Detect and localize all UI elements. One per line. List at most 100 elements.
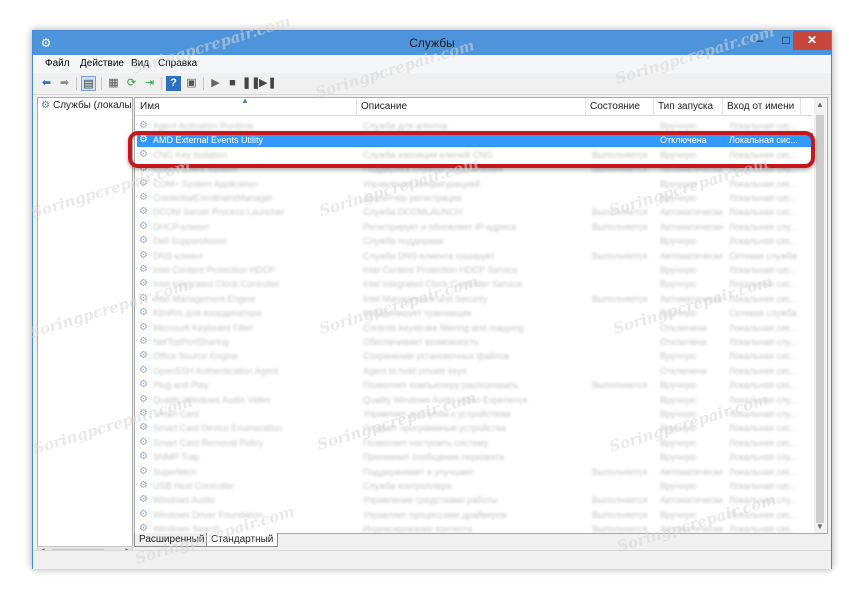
column-divider[interactable] [653,98,654,115]
service-gear-icon: ⚙ [139,148,148,160]
column-startup-type[interactable]: Тип запуска [658,101,713,112]
cell-name: Microsoft Keyboard Filter [153,322,254,333]
service-gear-icon: ⚙ [139,436,148,448]
column-divider[interactable] [722,98,723,115]
cell-name: COM+ Event System [153,164,238,175]
table-row[interactable]: ⚙ CredentialEnrollmentManager Диспетчер ре… [137,191,813,205]
table-row[interactable]: ⚙ COM+ System Application Управление конфи… [137,177,813,191]
table-row[interactable]: ⚙ Microsoft Keyboard Filter Controls keyst… [137,321,813,335]
table-row[interactable]: ⚙ Smart Card Removal Policy Позволяет наст… [137,436,813,450]
refresh-icon[interactable]: ⟳ [124,76,139,91]
table-row[interactable]: ⚙ KtmRm для координатора Координирует тран… [137,306,813,320]
table-row[interactable]: ⚙ COM+ Event System Поддержка службы уведо… [137,162,813,176]
menu-view[interactable]: Вид [131,58,149,69]
table-row[interactable]: ⚙ Quality Windows Audio Video Quality Wind… [137,393,813,407]
table-row[interactable]: ⚙ Intel Management Engine Intel Management… [137,292,813,306]
table-row[interactable]: ⚙ USB Host Controller Служба контроллера Вр… [137,479,813,493]
menu-file[interactable]: Файл [45,58,70,69]
cell-name: Plug and Play [153,380,209,391]
table-row[interactable]: ⚙ Windows Audio Управление средствами рабо… [137,493,813,507]
table-row[interactable]: ⚙ NetTcpPortSharing Обеспечивает возможнос… [137,335,813,349]
table-row[interactable]: ⚙ Superfetch Поддерживает и улучшает Выполн… [137,465,813,479]
table-row[interactable]: ⚙ DCOM Server Process Launcher Служба DCOM… [137,205,813,219]
back-arrow-icon[interactable]: ⬅ [39,76,54,91]
tab-standard[interactable]: Стандартный [206,533,279,547]
column-logon-as[interactable]: Вход от имени [727,101,794,112]
service-gear-icon: ⚙ [139,465,148,477]
tree-item-services-local[interactable]: ⚙ Службы (локалы [41,100,132,111]
cell-name: COM+ System Application [153,178,258,189]
cell-description: Intel Content Protection HDCP Service [363,265,518,275]
table-row[interactable]: ⚙ Smart Card Управляет доступом к устройст… [137,407,813,421]
properties-icon[interactable]: ▦ [106,76,121,91]
scroll-thumb[interactable] [816,115,824,523]
cell-status: Выполняется [592,221,648,232]
cell-logon: Локальная сис... [729,380,798,391]
table-row[interactable]: ⚙ Smart Card Device Enumeration Создает пр… [137,421,813,435]
column-name[interactable]: Имя [140,101,159,112]
cell-name: USB Host Controller [153,481,235,491]
menu-help[interactable]: Справка [158,58,197,69]
cell-logon: Локальная сис... [729,178,798,189]
table-row[interactable]: ⚙ DNS-клиент Служба DNS-клиента кэширует Вы… [137,249,813,263]
service-gear-icon: ⚙ [139,393,148,405]
table-row[interactable]: ⚙ Windows Driver Foundation Управляет проц… [137,508,813,522]
table-row[interactable]: ⚙ Office Source Engine Сохранение установо… [137,349,813,363]
column-description[interactable]: Описание [361,101,407,112]
console-icon[interactable]: ▣ [184,76,199,91]
tab-extended[interactable]: Расширенный [134,533,210,547]
table-row[interactable]: ⚙ OpenSSH Authentication Agent Agent to ho… [137,364,813,378]
table-row[interactable]: ⚙ Agent Activation Runtime Служба для аген… [137,119,813,133]
cell-name: SNMP Trap [153,452,200,463]
table-row[interactable]: ⚙ Plug and Play Позволяет компьютеру распо… [137,378,813,392]
cell-startup: Вручную [660,509,697,520]
service-gear-icon: ⚙ [139,235,148,247]
table-row[interactable]: ⚙ CNG Key Isolation Служба изоляции ключей… [137,148,813,162]
scroll-down-icon[interactable]: ▼ [816,522,824,531]
cell-startup: Вручную [660,308,697,319]
column-divider[interactable] [800,98,801,115]
title-bar[interactable]: ⚙ Службы – □ ✕ [33,31,831,55]
cell-description: Agent to hold private keys [363,365,467,376]
service-gear-icon: ⚙ [139,508,148,520]
service-gear-icon: ⚙ [139,192,148,203]
service-gear-icon: ⚙ [139,364,148,376]
cell-description: Поддерживает и улучшает [363,466,475,477]
table-row[interactable]: ⚙ SNMP Trap Принимает сообщения перехвата В… [137,450,813,464]
restart-service-icon[interactable]: ▶❚ [259,76,277,91]
cell-name: Agent Activation Runtime [153,121,254,131]
table-row-selected[interactable]: ⚙ AMD External Events Utility Отключена Лок… [137,133,813,148]
start-service-icon[interactable]: ▶ [208,76,223,91]
service-gear-icon: ⚙ [139,292,148,304]
console-tree-icon[interactable]: ▤ [81,76,96,91]
cell-logon: Локальная сис... [729,351,798,362]
cell-logon: Локальная сис... [729,437,798,448]
menu-action[interactable]: Действие [80,58,124,69]
cell-status: Выполняется [592,250,648,261]
column-status[interactable]: Состояние [590,101,640,112]
cell-status: Выполняется [592,524,648,534]
forward-arrow-icon[interactable]: ➡ [57,76,72,91]
scroll-up-icon[interactable]: ▲ [816,100,824,109]
stop-service-icon[interactable]: ■ [225,76,240,91]
column-divider[interactable] [585,98,586,115]
table-row[interactable]: ⚙ Dell SupportAssist Служба поддержки Вручн… [137,234,813,248]
help-icon[interactable]: ? [166,76,181,91]
toolbar-divider [161,77,162,90]
pause-service-icon[interactable]: ❚❚ [242,76,260,91]
cell-description: Служба DCOMLAUNCH [363,207,463,218]
table-row[interactable]: ⚙ DHCP-клиент Регистрирует и обновляет IP-… [137,220,813,234]
table-row[interactable]: ⚙ Intel Integrated Clock Controller Intel … [137,277,813,291]
cell-name: Dell SupportAssist [153,236,227,247]
close-button[interactable]: ✕ [793,31,831,50]
cell-startup: Вручную [660,351,697,362]
column-divider[interactable] [356,98,357,115]
cell-name: Superfetch [153,466,197,477]
export-list-icon[interactable]: ⇥ [142,76,157,91]
cell-name: OpenSSH Authentication Agent [153,365,279,376]
table-row[interactable]: ⚙ Intel Content Protection HDCP Intel Cont… [137,263,813,277]
cell-status: Выполняется [592,466,648,477]
cell-logon: Локальная сис... [729,279,798,290]
list-vertical-scrollbar[interactable]: ▲ ▼ [814,98,826,533]
minimize-button[interactable]: – [747,31,773,50]
